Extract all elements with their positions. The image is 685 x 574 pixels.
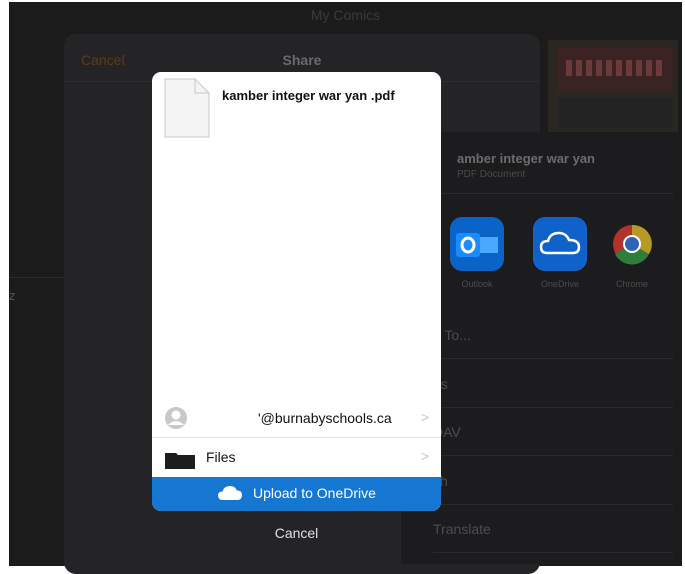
actions-file-name: amber integer war yan [457,151,595,166]
action-row[interactable]: DAV [433,408,673,456]
chrome-icon [605,217,659,271]
upload-label: Upload to OneDrive [252,485,376,501]
thumbnail-bottom [558,98,673,128]
app-onedrive[interactable]: OneDrive [532,217,588,289]
upload-to-onedrive-button[interactable]: Upload to OneDrive [152,477,441,511]
thumbnail-pattern [566,60,666,76]
share-title: Share [282,52,322,68]
app-label: Chrome [615,279,648,289]
action-row[interactable]: ch [433,457,673,505]
account-email: '@burnabyschools.ca [258,410,392,426]
row-divider [152,437,441,438]
app-title: My Comics [310,7,381,23]
file-name: kamber integer war yan .pdf [222,88,395,103]
files-row[interactable]: Files > [152,439,441,476]
actions-file-type: PDF Document [457,169,526,180]
action-row[interactable]: es [433,360,673,408]
outlook-icon [450,217,504,271]
action-label: Translate [433,521,491,537]
folder-icon [165,451,195,474]
cancel-button[interactable]: Cancel [152,525,441,541]
files-label: Files [206,449,236,465]
cloud-icon [218,486,243,500]
upload-button-content: Upload to OneDrive [152,485,441,501]
account-row[interactable]: '@burnabyschools.ca > [152,400,441,437]
share-actions-panel: amber integer war yan PDF Document Outlo… [401,132,673,564]
app-label: Outlook [461,279,493,289]
chevron-right-icon: > [420,448,429,464]
comic-thumbnail [548,40,678,132]
onedrive-upload-picker: kamber integer war yan .pdf '@burnabysch… [152,72,441,511]
app-label: OneDrive [540,279,579,289]
person-icon [164,406,188,435]
app-outlook[interactable]: Outlook [449,217,505,289]
action-row[interactable]: Translate [433,505,673,553]
app-chrome[interactable]: Chrome [604,217,660,289]
left-panel-text: z [9,288,16,303]
chevron-right-icon: > [420,409,429,425]
onedrive-icon [533,217,587,271]
pdf-file-icon [164,78,210,138]
action-row[interactable]: d To... [433,311,673,359]
actions-file-header: amber integer war yan PDF Document [401,132,673,194]
